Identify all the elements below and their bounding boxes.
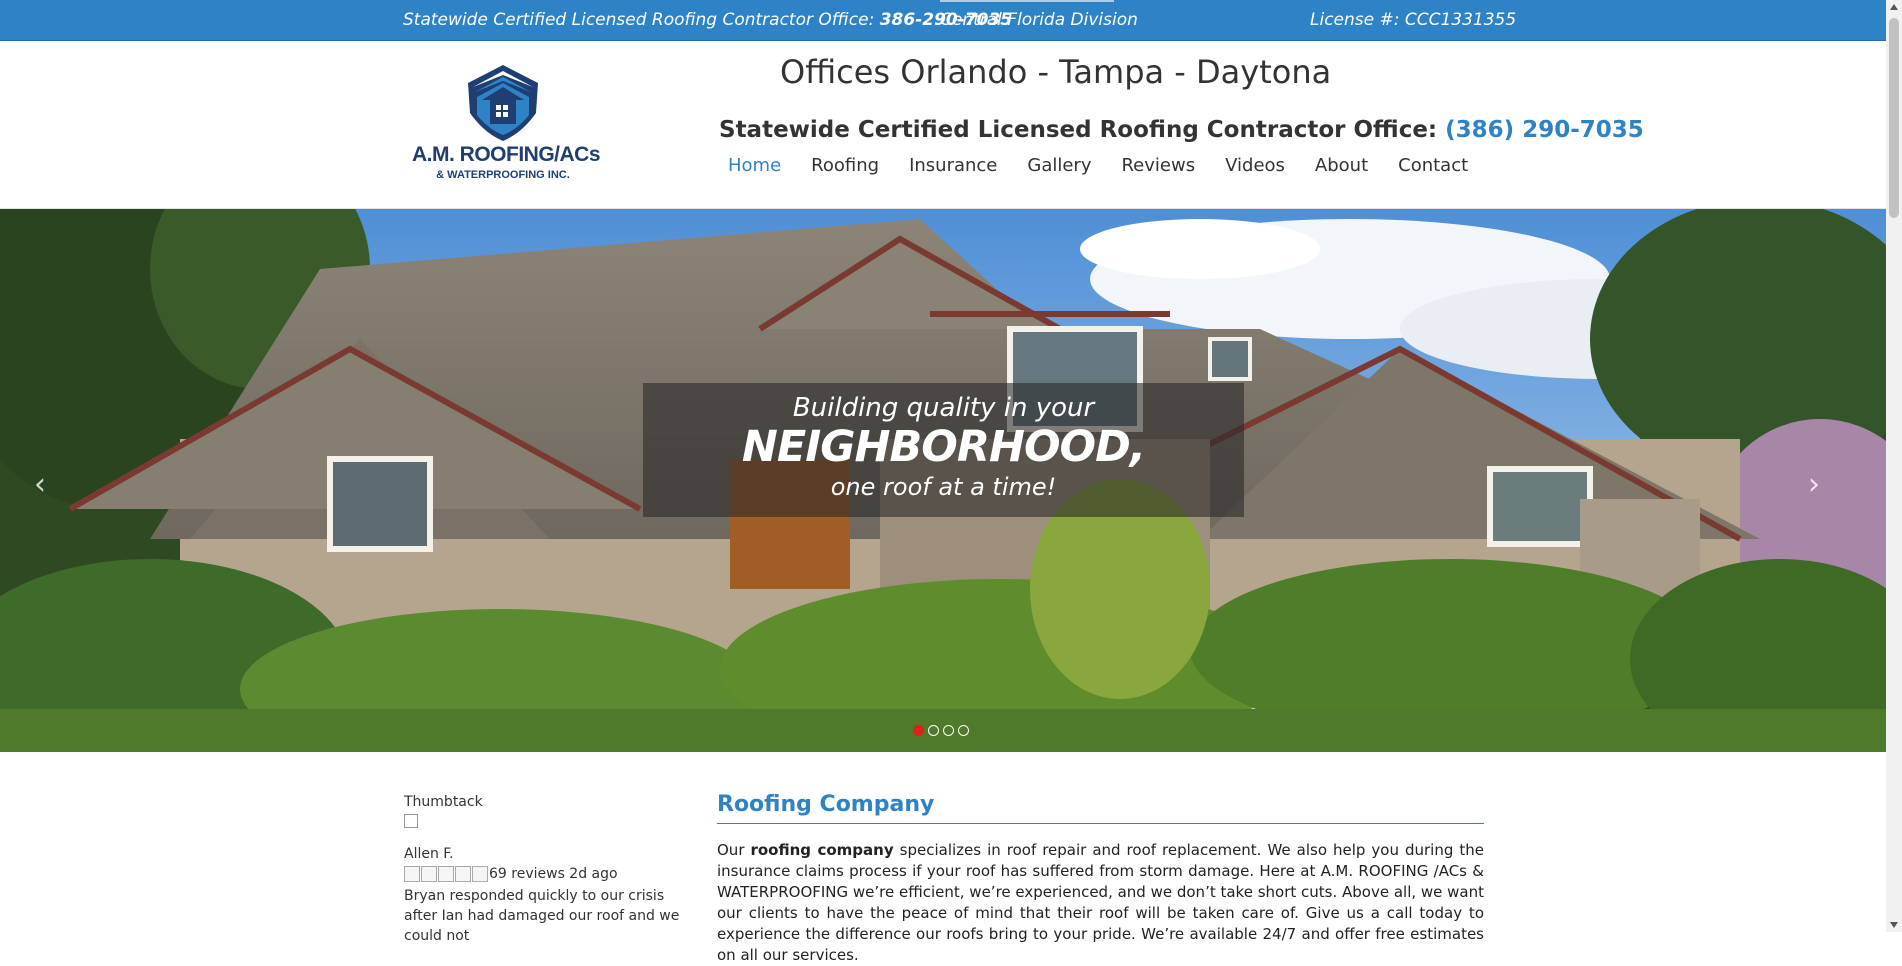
main-content: Roofing Company Our roofing company spec… [717,792,1484,966]
hero-caption: Building quality in your NEIGHBORHOOD, o… [643,383,1244,517]
review-text: Bryan responded quickly to our crisis af… [404,888,680,944]
broken-image-icon [404,814,418,828]
star-icon [455,866,471,882]
intro-lead: Our [717,841,751,859]
header-phone-link[interactable]: (386) 290-7035 [1445,117,1644,143]
top-bar-certified: Statewide Certified Licensed Roofing Con… [403,10,1012,30]
shield-house-icon [468,65,538,141]
page-scrollbar[interactable] [1886,0,1902,932]
header-phone-prefix: Statewide Certified Licensed Roofing Con… [719,117,1438,143]
nav-about[interactable]: About [1315,155,1368,176]
star-icon [404,866,420,882]
star-icon [421,866,437,882]
intro-paragraph: Our roofing company specializes in roof … [717,840,1484,966]
top-bar-license: License #: CCC1331355 [1310,10,1517,30]
slider-dots [913,725,969,736]
top-bar-certified-text: Statewide Certified Licensed Roofing Con… [403,10,875,30]
nav-home[interactable]: Home [728,155,781,176]
nav-gallery[interactable]: Gallery [1027,155,1091,176]
top-bar-division[interactable]: Central Florida Division [940,10,1138,30]
site-logo[interactable]: A.M. ROOFING/ACs & WATERPROOFING INC. [412,63,601,197]
nav-reviews[interactable]: Reviews [1121,155,1195,176]
slider-dot-4[interactable] [958,725,969,736]
scroll-up-icon[interactable] [1890,4,1898,10]
prev-slide-icon[interactable]: ‹ [34,467,46,502]
nav-videos[interactable]: Videos [1225,155,1285,176]
hero-line-2: NEIGHBORHOOD, [741,422,1146,472]
slider-dot-3[interactable] [943,725,954,736]
division-indicator [940,0,1114,2]
header-phone-line: Statewide Certified Licensed Roofing Con… [719,117,1644,143]
review-rating: 69 reviews 2d ago [404,866,694,882]
star-icon [472,866,488,882]
next-slide-icon[interactable]: › [1808,467,1820,502]
intro-rest: specializes in roof repair and roof repl… [717,841,1485,964]
reviewer-name: Allen F. [404,846,454,862]
nav-contact[interactable]: Contact [1398,155,1468,176]
site-header: A.M. ROOFING/ACs & WATERPROOFING INC. Of… [0,41,1886,209]
reviews-sidebar: Thumbtack Allen F. 69 reviews 2d ago Bry… [404,794,694,946]
slider-dot-2[interactable] [928,725,939,736]
main-nav: Home Roofing Insurance Gallery Reviews V… [728,155,1498,176]
nav-insurance[interactable]: Insurance [909,155,997,176]
scroll-down-icon[interactable] [1890,922,1898,928]
review-meta: 69 reviews 2d ago [489,866,618,882]
star-icon [438,866,454,882]
thumbtack-image[interactable]: Thumbtack [404,794,694,812]
nav-roofing[interactable]: Roofing [811,155,879,176]
scrollbar-thumb[interactable] [1889,18,1899,218]
intro-bold: roofing company [750,841,894,859]
hero-line-3: one roof at a time! [830,473,1057,501]
offices-heading: Offices Orlando - Tampa - Daytona [780,53,1332,91]
logo-tagline: & WATERPROOFING INC. [436,169,570,181]
hero-line-1: Building quality in your [792,393,1095,423]
slider-dot-1[interactable] [913,725,924,736]
hero-slider: ‹ › Building quality in your NEIGHBORHOO… [0,209,1886,752]
section-heading: Roofing Company [717,792,1484,824]
logo-wordmark: A.M. ROOFING/ACs [412,143,601,166]
top-bar: Statewide Certified Licensed Roofing Con… [0,0,1886,41]
